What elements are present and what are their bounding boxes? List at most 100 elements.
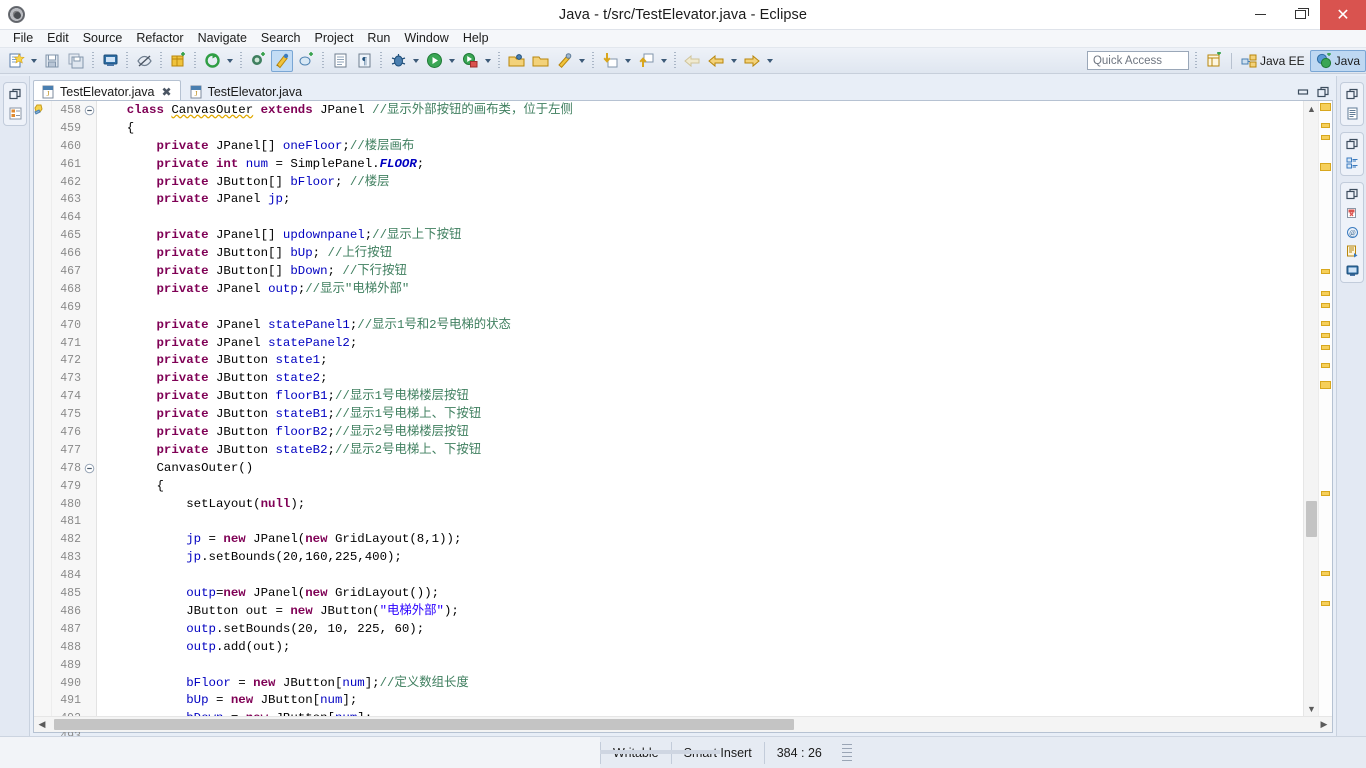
coverage-icon[interactable] (459, 50, 481, 72)
run-icon[interactable] (423, 50, 445, 72)
fold-collapse-icon[interactable] (84, 102, 96, 120)
close-icon[interactable]: ✖ (162, 85, 172, 99)
overview-ruler-mark[interactable] (1321, 135, 1330, 140)
overview-ruler-mark[interactable] (1321, 123, 1330, 128)
external-tools-dropdown[interactable] (576, 50, 588, 72)
menu-help[interactable]: Help (456, 30, 496, 47)
menu-window[interactable]: Window (397, 30, 455, 47)
line-number: 460 (60, 139, 81, 153)
new-wizard-dropdown[interactable] (28, 50, 40, 72)
open-folder-icon[interactable] (505, 50, 527, 72)
new-wizard-icon[interactable] (5, 50, 27, 72)
quick-access-input[interactable]: Quick Access (1086, 51, 1189, 70)
overview-ruler-mark[interactable] (1321, 571, 1330, 576)
scroll-up-arrow[interactable]: ▲ (1304, 101, 1319, 116)
overview-ruler-mark[interactable] (1321, 363, 1330, 368)
menu-navigate[interactable]: Navigate (191, 30, 254, 47)
refresh-icon[interactable] (201, 50, 223, 72)
editor-area: J TestElevator.java ✖ J TestElevator.jav… (30, 76, 1336, 743)
menu-project[interactable]: Project (308, 30, 361, 47)
overview-ruler-mark[interactable] (1321, 333, 1330, 338)
restore-icon[interactable] (1341, 135, 1363, 154)
console-view-icon[interactable] (1341, 261, 1363, 280)
task-list-icon[interactable] (1341, 154, 1363, 173)
save-icon[interactable] (41, 50, 63, 72)
overview-ruler-mark[interactable] (1321, 345, 1330, 350)
java-ee-perspective-icon (1241, 54, 1257, 67)
overview-ruler-mark[interactable] (1321, 291, 1330, 296)
menu-refactor[interactable]: Refactor (129, 30, 190, 47)
refresh-dropdown[interactable] (224, 50, 236, 72)
horizontal-scroll-thumb[interactable] (54, 719, 794, 730)
debug-dropdown[interactable] (410, 50, 422, 72)
fold-collapse-icon[interactable] (84, 460, 96, 478)
back-icon[interactable] (681, 50, 703, 72)
open-perspective-icon[interactable] (1204, 50, 1226, 72)
declaration-view-icon[interactable] (1341, 242, 1363, 261)
perspective-java[interactable]: Java (1309, 49, 1366, 72)
overview-ruler-mark[interactable] (1321, 269, 1330, 274)
open-type-icon[interactable] (329, 50, 351, 72)
warning-marker-icon[interactable] (34, 101, 51, 119)
back-icon-active[interactable] (705, 50, 727, 72)
overview-ruler[interactable] (1318, 101, 1332, 716)
new-java-project-icon[interactable] (247, 50, 269, 72)
editor-tab-inactive[interactable]: J TestElevator.java (181, 80, 312, 102)
scroll-down-arrow[interactable]: ▼ (1304, 701, 1319, 716)
vertical-scroll-thumb[interactable] (1306, 501, 1317, 537)
menu-file[interactable]: File (6, 30, 40, 47)
toggle-mark-occurrences-icon[interactable] (133, 50, 155, 72)
maximize-editor-icon[interactable] (1315, 84, 1331, 100)
code-editor[interactable]: class CanvasOuter extends JPanel //显示外部按… (97, 101, 1303, 716)
scroll-left-arrow[interactable]: ◀ (34, 717, 50, 732)
restore-icon[interactable] (1341, 185, 1363, 204)
menu-edit[interactable]: Edit (40, 30, 76, 47)
import-icon[interactable] (529, 50, 551, 72)
minimize-editor-icon[interactable] (1295, 84, 1311, 100)
open-task-icon[interactable]: ¶ (353, 50, 375, 72)
overview-ruler-mark[interactable] (1321, 491, 1330, 496)
package-explorer-icon[interactable] (4, 104, 26, 123)
previous-annotation-dropdown[interactable] (658, 50, 670, 72)
next-annotation-icon[interactable] (599, 50, 621, 72)
new-java-package-icon[interactable] (167, 50, 189, 72)
menu-run[interactable]: Run (360, 30, 397, 47)
new-java-class-icon[interactable] (271, 49, 293, 72)
restore-icon[interactable] (4, 85, 26, 104)
forward-icon[interactable] (741, 50, 763, 72)
menu-source[interactable]: Source (76, 30, 130, 47)
debug-icon[interactable] (387, 50, 409, 72)
overview-ruler-mark[interactable] (1320, 163, 1331, 171)
overview-ruler-mark[interactable] (1321, 601, 1330, 606)
menu-search[interactable]: Search (254, 30, 308, 47)
javadoc-view-icon[interactable]: @ (1341, 223, 1363, 242)
new-java-interface-icon[interactable] (295, 50, 317, 72)
editor-tab-active[interactable]: J TestElevator.java ✖ (33, 80, 181, 102)
overview-ruler-mark[interactable] (1321, 303, 1330, 308)
save-all-icon[interactable] (65, 50, 87, 72)
perspective-java-ee[interactable]: Java EE (1236, 50, 1310, 72)
back-dropdown[interactable] (728, 50, 740, 72)
coverage-dropdown[interactable] (482, 50, 494, 72)
overview-ruler-mark[interactable] (1321, 321, 1330, 326)
restore-icon[interactable] (1341, 85, 1363, 104)
folding-gutter[interactable] (84, 101, 97, 716)
horizontal-scrollbar[interactable]: ◀ ▶ (34, 716, 1332, 732)
annotation-gutter[interactable] (34, 101, 52, 716)
overview-ruler-mark[interactable] (1320, 103, 1331, 111)
overview-ruler-mark[interactable] (1320, 381, 1331, 389)
external-tools-icon[interactable] (553, 50, 575, 72)
code-line: private JButton[] bUp; //上行按钮 (156, 246, 392, 261)
vertical-scrollbar[interactable]: ▲ ▼ (1303, 101, 1318, 716)
forward-dropdown[interactable] (764, 50, 776, 72)
previous-annotation-icon[interactable] (635, 50, 657, 72)
print-icon[interactable] (99, 50, 121, 72)
scroll-right-arrow[interactable]: ▶ (1316, 717, 1332, 732)
run-dropdown[interactable] (446, 50, 458, 72)
next-annotation-dropdown[interactable] (622, 50, 634, 72)
problems-view-icon[interactable]: ✖ (1341, 204, 1363, 223)
outline-view-icon[interactable] (1341, 104, 1363, 123)
marker-spacer (34, 691, 51, 709)
